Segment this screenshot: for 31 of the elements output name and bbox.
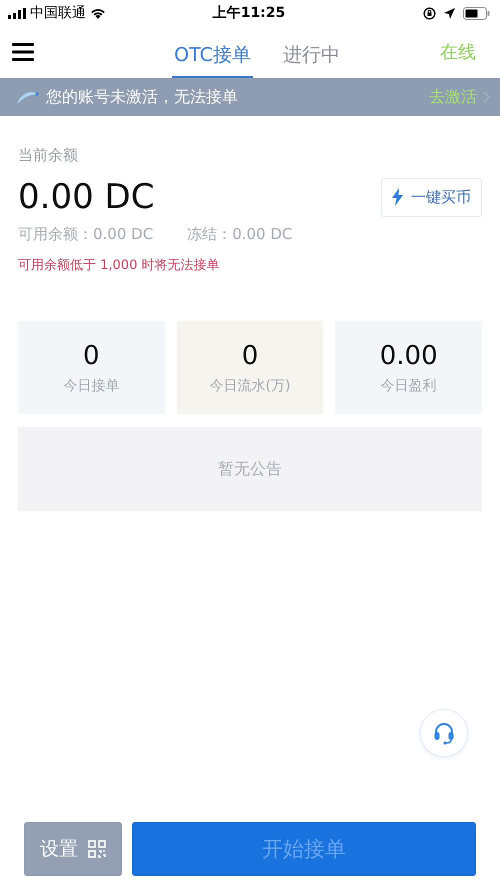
online-status[interactable]: 在线 xyxy=(440,40,476,64)
clock-time: 上午11:25 xyxy=(212,4,286,22)
settings-button[interactable]: 设置 xyxy=(24,822,122,876)
wifi-icon xyxy=(90,7,106,19)
stat-value: 0 xyxy=(83,340,100,370)
activation-notice: 您的账号未激活，无法接单 xyxy=(46,86,239,108)
stat-value: 0 xyxy=(242,340,258,370)
support-button[interactable] xyxy=(420,709,468,757)
stat-value: 0.00 xyxy=(380,340,438,370)
balance-label: 当前余额 xyxy=(18,146,79,165)
balance-amount: 0.00 DC xyxy=(18,177,154,217)
battery-icon xyxy=(463,6,490,20)
lightning-icon xyxy=(392,188,403,206)
nav-tab[interactable]: 进行中 xyxy=(280,32,342,78)
signal-icon xyxy=(8,8,26,18)
frozen-balance: 冻结：0.00 DC xyxy=(187,225,292,244)
location-icon xyxy=(444,8,455,18)
qr-code-icon xyxy=(88,840,106,858)
activate-link[interactable]: 去激活 xyxy=(429,86,477,108)
bird-icon xyxy=(16,89,40,105)
available-balance: 可用余额：0.00 DC xyxy=(18,225,154,244)
balance-warning: 可用余额低于 1,000 时将无法接单 xyxy=(18,257,220,274)
stat-label: 今日接单 xyxy=(63,376,120,394)
announcement-box: 暂无公告 xyxy=(18,427,482,511)
stat-label: 今日流水(万) xyxy=(210,376,290,394)
stat-label: 今日盈利 xyxy=(380,376,437,394)
menu-icon[interactable] xyxy=(12,43,34,61)
carrier-name: 中国联通 xyxy=(30,4,86,22)
rotation-lock-icon xyxy=(423,6,436,20)
buy-coin-button[interactable]: 一键买币 xyxy=(381,178,482,216)
headset-icon xyxy=(432,721,456,745)
